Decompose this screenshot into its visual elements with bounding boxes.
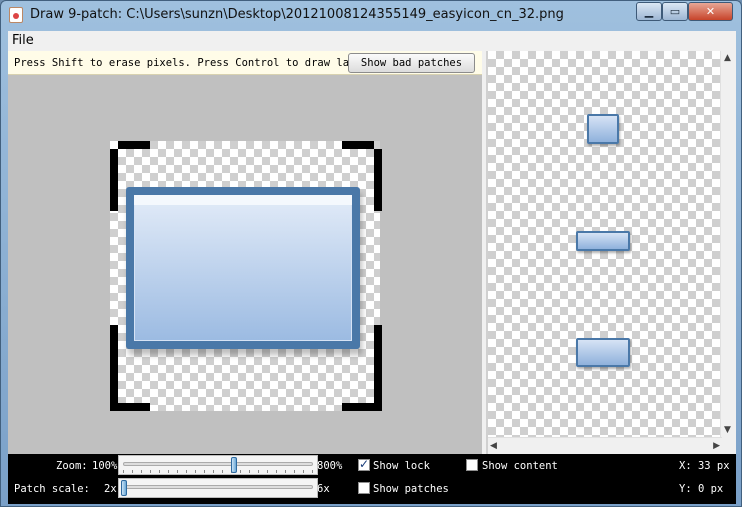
- patch-scale-max-label: 6x: [317, 483, 330, 495]
- patch-scale-min-label: 2x: [104, 483, 117, 495]
- app-window: Draw 9-patch: C:\Users\sunzn\Desktop\201…: [0, 0, 742, 507]
- title-bar[interactable]: Draw 9-patch: C:\Users\sunzn\Desktop\201…: [1, 1, 741, 29]
- show-patches-label[interactable]: Show patches: [373, 483, 449, 495]
- arrow-down-icon[interactable]: ▼: [724, 425, 731, 435]
- zoom-min-label: 100%: [92, 460, 118, 472]
- preview-horizontal-stretch: [576, 231, 630, 251]
- close-icon: ✕: [705, 5, 716, 18]
- window-title: Draw 9-patch: C:\Users\sunzn\Desktop\201…: [30, 7, 564, 22]
- patch-image-highlight: [134, 195, 352, 205]
- preview-both-stretch: [576, 338, 630, 367]
- java-app-icon: [9, 7, 23, 23]
- patch-image: [126, 187, 360, 349]
- maximize-button[interactable]: ▭: [662, 2, 688, 21]
- show-lock-label[interactable]: Show lock: [373, 460, 430, 472]
- show-patches-checkbox[interactable]: [358, 482, 370, 494]
- patch-marker-right-top: [374, 149, 382, 211]
- menu-bar: File: [8, 31, 736, 51]
- preview-vertical-stretch: [587, 114, 619, 144]
- arrow-left-icon[interactable]: ◀: [490, 441, 497, 451]
- patch-image-fill: [134, 195, 352, 341]
- x-coordinate-readout: X: 33 px: [679, 460, 730, 472]
- zoom-max-label: 800%: [317, 460, 343, 472]
- hint-text: Press Shift to erase pixels. Press Contr…: [14, 57, 350, 69]
- patch-marker-right-bottom: [374, 325, 382, 411]
- patch-scale-slider-thumb[interactable]: [121, 480, 127, 496]
- show-lock-checkbox[interactable]: ✓: [358, 457, 370, 471]
- zoom-slider[interactable]: [118, 455, 318, 475]
- minimize-icon: ▁: [644, 5, 654, 18]
- minimize-button[interactable]: ▁: [636, 2, 662, 21]
- status-controls-bar: Zoom: 100% 800% Patch scale: 2x 6x ✓ Sho…: [8, 454, 736, 504]
- patch-scale-slider[interactable]: [118, 478, 318, 498]
- zoom-slider-thumb[interactable]: [231, 457, 238, 473]
- zoom-slider-ticks: [123, 470, 313, 473]
- zoom-slider-track: [123, 462, 313, 466]
- checkmark-icon: ✓: [359, 457, 370, 471]
- patch-marker-top-left: [118, 141, 150, 149]
- editor-pane: Press Shift to erase pixels. Press Contr…: [8, 51, 482, 454]
- arrow-up-icon[interactable]: ▲: [724, 53, 731, 63]
- patch-marker-bottom-right: [342, 403, 374, 411]
- vertical-scrollbar[interactable]: ▲ ▼: [720, 51, 736, 437]
- show-bad-patches-button[interactable]: Show bad patches: [348, 53, 475, 73]
- show-content-label[interactable]: Show content: [482, 460, 558, 472]
- patch-marker-top-right: [342, 141, 374, 149]
- arrow-right-icon[interactable]: ▶: [713, 441, 720, 451]
- menu-file[interactable]: File: [12, 33, 34, 48]
- zoom-label: Zoom:: [56, 460, 88, 472]
- patch-marker-left-top: [110, 149, 118, 211]
- preview-area: [488, 51, 722, 437]
- maximize-icon: ▭: [669, 5, 681, 18]
- close-button[interactable]: ✕: [688, 2, 733, 21]
- horizontal-scrollbar[interactable]: ◀ ▶: [488, 437, 722, 454]
- patch-marker-bottom-left: [118, 403, 150, 411]
- patch-scale-slider-track: [123, 485, 313, 489]
- show-content-checkbox[interactable]: [466, 459, 478, 471]
- y-coordinate-readout: Y: 0 px: [679, 483, 724, 495]
- patch-scale-label: Patch scale:: [14, 483, 90, 495]
- patch-marker-left-bottom: [110, 325, 118, 411]
- main-content: Press Shift to erase pixels. Press Contr…: [8, 51, 736, 454]
- hint-bar: Press Shift to erase pixels. Press Contr…: [8, 51, 482, 75]
- nine-patch-canvas[interactable]: [110, 141, 382, 411]
- preview-pane: ▲ ▼ ◀ ▶: [486, 51, 736, 454]
